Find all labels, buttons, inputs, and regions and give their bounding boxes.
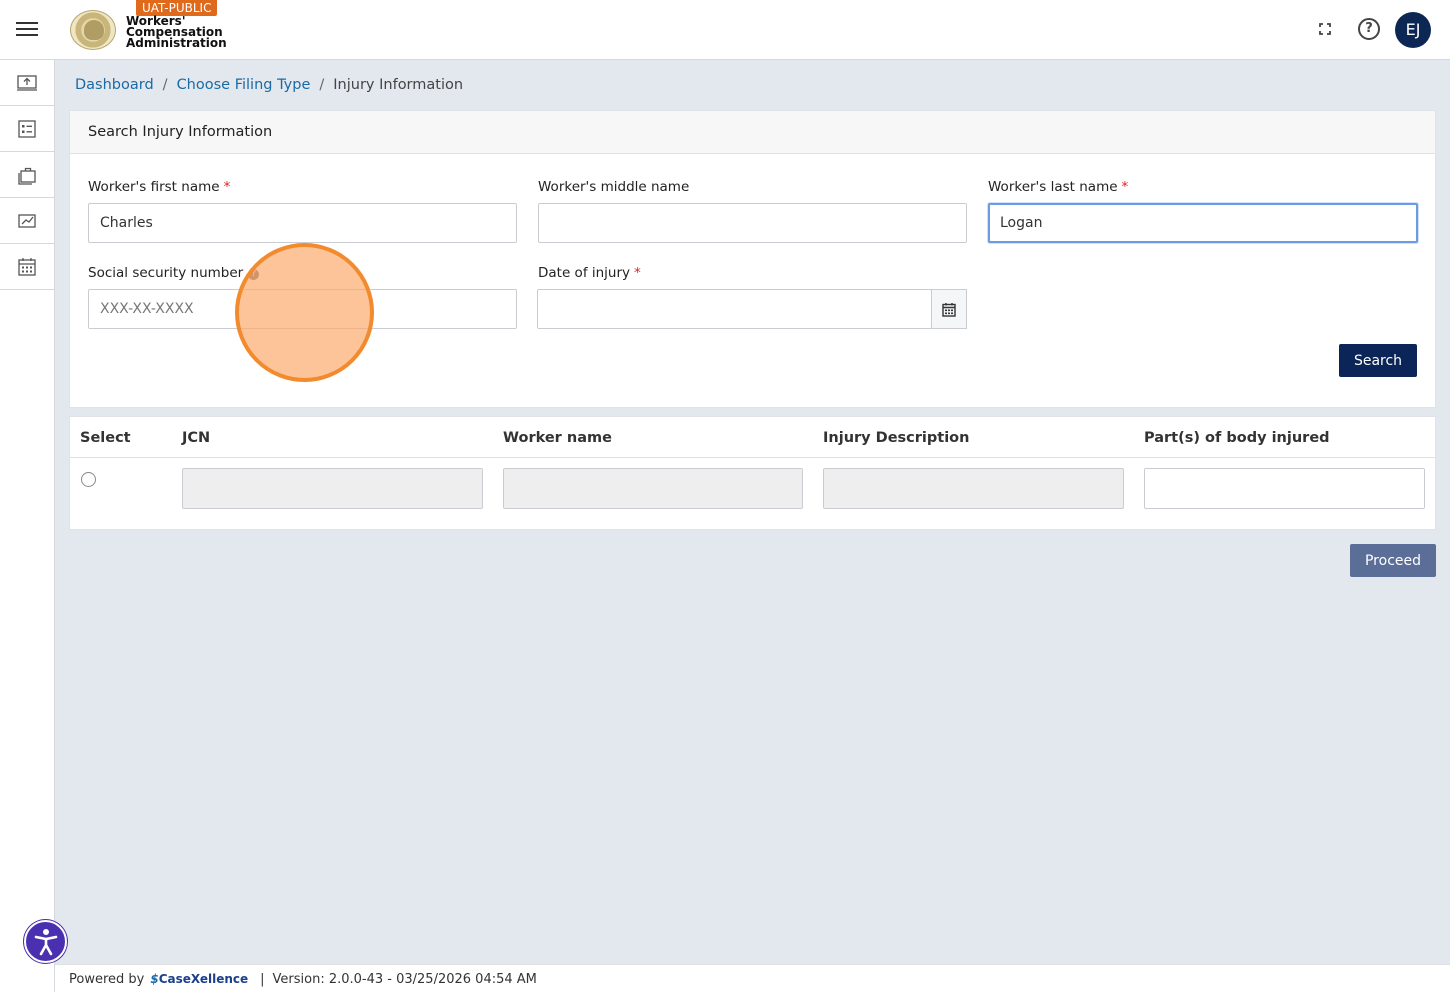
accessibility-button[interactable] (24, 920, 67, 963)
chart-screen-icon (18, 213, 36, 228)
sidebar-item-checklist[interactable] (0, 106, 54, 152)
briefcase-icon (18, 167, 36, 185)
worker-name-cell (503, 468, 803, 509)
jcn-cell (182, 468, 483, 509)
top-bar: UAT-PUBLIC Workers' Compensation Adminis… (0, 0, 1450, 60)
upload-screen-icon (17, 74, 37, 91)
help-icon[interactable]: ? (1358, 18, 1380, 40)
date-picker-button[interactable] (931, 289, 967, 329)
search-button[interactable]: Search (1339, 344, 1417, 377)
sidebar-item-cases[interactable] (0, 152, 54, 198)
date-of-injury-label: Date of injury * (538, 265, 641, 281)
info-icon[interactable]: ? (248, 269, 260, 280)
results-table: Select JCN Worker name Injury Descriptio… (69, 416, 1436, 530)
first-name-input[interactable] (88, 203, 517, 243)
breadcrumb: Dashboard / Choose Filing Type / Injury Info… (75, 77, 464, 93)
sidebar-item-calendar[interactable] (0, 244, 54, 290)
injury-description-cell (823, 468, 1124, 509)
fullscreen-icon[interactable] (1314, 18, 1336, 40)
middle-name-label: Worker's middle name (538, 179, 690, 195)
select-row-radio[interactable] (81, 472, 96, 487)
column-header-injury-description: Injury Description (823, 430, 970, 446)
proceed-button[interactable]: Proceed (1350, 544, 1436, 577)
column-header-worker-name: Worker name (503, 430, 612, 446)
version-text: Version: 2.0.0-43 - 03/25/2026 04:54 AM (272, 972, 537, 987)
accessibility-icon (34, 928, 57, 955)
casexellence-logo: $CaseXellence (150, 972, 249, 986)
footer: Powered by $CaseXellence | Version: 2.0.0-4… (55, 964, 1450, 992)
first-name-label: Worker's first name * (88, 179, 231, 195)
column-header-select: Select (80, 430, 131, 446)
state-seal-logo (70, 10, 116, 50)
date-of-injury-input[interactable] (537, 289, 932, 329)
ssn-label: Social security number? (88, 265, 260, 281)
column-header-jcn: JCN (182, 430, 211, 446)
last-name-input[interactable] (988, 203, 1418, 243)
side-navigation (0, 60, 55, 992)
organization-name: Workers' Compensation Administration (126, 14, 227, 50)
calendar-icon (942, 302, 956, 317)
middle-name-input[interactable] (538, 203, 967, 243)
sidebar-item-upload[interactable] (0, 60, 54, 106)
breadcrumb-choose-filing-type[interactable]: Choose Filing Type (177, 77, 311, 93)
last-name-label: Worker's last name * (988, 179, 1129, 195)
user-avatar[interactable]: EJ (1395, 12, 1431, 48)
checklist-icon (18, 119, 36, 138)
column-header-body-parts: Part(s) of body injured (1144, 430, 1330, 446)
breadcrumb-dashboard[interactable]: Dashboard (75, 77, 154, 93)
menu-icon[interactable] (16, 19, 38, 39)
ssn-input[interactable] (88, 289, 517, 329)
sidebar-item-reports[interactable] (0, 198, 54, 244)
search-injury-card: Search Injury Information Worker's first… (69, 110, 1436, 408)
card-title: Search Injury Information (70, 111, 1435, 154)
table-divider (70, 457, 1435, 458)
breadcrumb-current: Injury Information (333, 77, 464, 93)
calendar-icon (18, 257, 36, 276)
body-parts-cell (1144, 468, 1425, 509)
